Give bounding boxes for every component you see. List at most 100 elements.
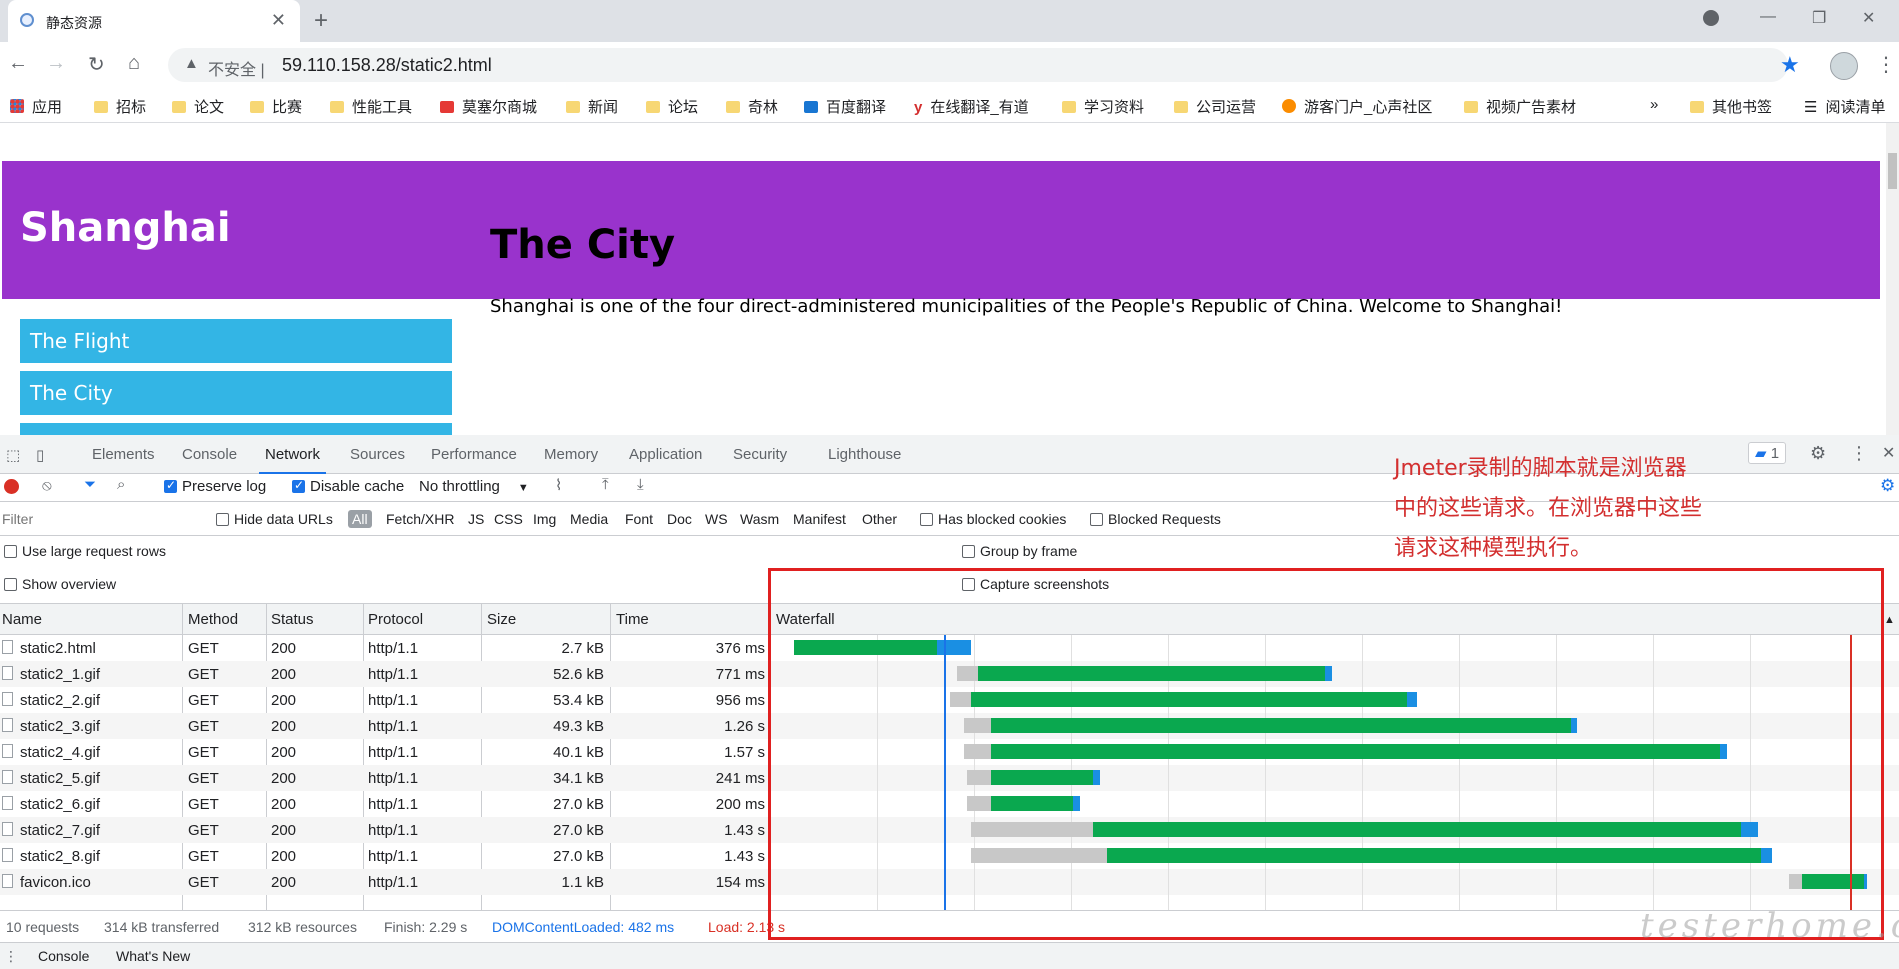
waterfall-download-bar[interactable]: [970, 692, 1407, 707]
disable-cache-checkbox[interactable]: Disable cache: [292, 478, 404, 495]
col-time[interactable]: Time: [616, 611, 649, 628]
drawer-menu-icon[interactable]: ⋮: [4, 948, 18, 965]
type-ws[interactable]: WS: [705, 511, 728, 527]
close-tab-icon[interactable]: ✕: [271, 10, 286, 31]
home-icon[interactable]: ⌂: [128, 52, 140, 75]
waterfall-download-bar[interactable]: [991, 770, 1094, 785]
bookmark-item[interactable]: 百度翻译: [804, 96, 886, 117]
bookmark-apps[interactable]: 应用: [10, 96, 62, 117]
show-overview-checkbox[interactable]: Show overview: [4, 576, 116, 592]
filter-icon[interactable]: ⏷: [84, 476, 96, 493]
nav-item-island[interactable]: The Island: [20, 423, 452, 435]
tab-lighthouse[interactable]: Lighthouse: [828, 446, 901, 463]
throttling-select[interactable]: No throttling ▼: [419, 478, 529, 495]
type-media[interactable]: Media: [570, 511, 608, 527]
bookmark-item[interactable]: 学习资料: [1062, 96, 1144, 117]
record-icon[interactable]: [4, 479, 19, 494]
tab-sources[interactable]: Sources: [350, 446, 405, 463]
bookmark-item[interactable]: 莫塞尔商城: [440, 96, 537, 117]
type-other[interactable]: Other: [862, 511, 897, 527]
col-name[interactable]: Name: [2, 611, 42, 628]
waterfall-download-bar[interactable]: [991, 718, 1571, 733]
waterfall-content-bar[interactable]: [936, 640, 971, 655]
bookmark-item[interactable]: 视频广告素材: [1464, 96, 1576, 117]
type-all[interactable]: All: [348, 510, 372, 528]
col-size[interactable]: Size: [487, 611, 516, 628]
waterfall-content-bar[interactable]: [1093, 770, 1101, 785]
sort-up-icon[interactable]: ▲: [1884, 614, 1895, 626]
waterfall-content-bar[interactable]: [1720, 744, 1728, 759]
large-rows-checkbox[interactable]: Use large request rows: [4, 543, 166, 559]
waterfall-queue-bar[interactable]: [970, 822, 1094, 837]
avatar[interactable]: [1830, 52, 1858, 80]
network-settings-gear-icon[interactable]: ⚙: [1880, 476, 1895, 496]
tab-performance[interactable]: Performance: [431, 446, 517, 463]
clear-icon[interactable]: ⦸: [42, 477, 52, 494]
type-doc[interactable]: Doc: [667, 511, 692, 527]
waterfall-content-bar[interactable]: [1325, 666, 1332, 681]
bookmark-item[interactable]: 游客门户_心声社区: [1282, 96, 1432, 117]
network-conditions-icon[interactable]: ⌇: [555, 476, 562, 494]
reload-icon[interactable]: ↻: [88, 52, 105, 77]
waterfall-content-bar[interactable]: [1740, 822, 1758, 837]
waterfall-download-bar[interactable]: [1107, 848, 1762, 863]
blocked-requests-checkbox[interactable]: Blocked Requests: [1090, 511, 1221, 527]
close-devtools-icon[interactable]: ✕: [1882, 443, 1895, 463]
waterfall-queue-bar[interactable]: [964, 744, 992, 759]
waterfall-content-bar[interactable]: [1863, 874, 1867, 889]
waterfall-queue-bar[interactable]: [970, 848, 1108, 863]
preserve-log-checkbox[interactable]: Preserve log: [164, 478, 266, 495]
inspect-element-icon[interactable]: ⬚: [6, 446, 20, 464]
tab-memory[interactable]: Memory: [544, 446, 598, 463]
waterfall-content-bar[interactable]: [1073, 796, 1080, 811]
bookmark-item[interactable]: 奇林: [726, 96, 778, 117]
filter-input[interactable]: [0, 507, 202, 531]
waterfall-download-bar[interactable]: [977, 666, 1326, 681]
page-scrollbar[interactable]: [1886, 123, 1899, 435]
tab-console[interactable]: Console: [182, 446, 237, 463]
bookmark-item[interactable]: 公司运营: [1174, 96, 1256, 117]
close-window-icon[interactable]: ✕: [1862, 8, 1875, 28]
address-bar[interactable]: ▲ 不安全 | 59.110.158.28/static2.html: [168, 48, 1788, 82]
browser-menu-icon[interactable]: ⋮: [1876, 52, 1896, 77]
waterfall-download-bar[interactable]: [1802, 874, 1864, 889]
import-har-icon[interactable]: ⤒: [602, 476, 609, 493]
forward-icon[interactable]: →: [46, 52, 66, 75]
devtools-menu-icon[interactable]: ⋮: [1850, 443, 1868, 464]
bookmark-item[interactable]: 论坛: [646, 96, 698, 117]
waterfall-content-bar[interactable]: [1761, 848, 1772, 863]
export-har-icon[interactable]: ⤓: [637, 476, 644, 493]
restore-icon[interactable]: ❐: [1812, 8, 1826, 28]
type-css[interactable]: CSS: [494, 511, 523, 527]
waterfall-content-bar[interactable]: [1406, 692, 1418, 707]
type-fetch-xhr[interactable]: Fetch/XHR: [386, 511, 454, 527]
col-method[interactable]: Method: [188, 611, 238, 628]
reading-list[interactable]: ☰ 阅读清单: [1804, 96, 1885, 117]
issues-badge[interactable]: ▰ 1: [1748, 442, 1787, 464]
back-icon[interactable]: ←: [8, 52, 28, 75]
device-toolbar-icon[interactable]: ▯: [36, 446, 44, 464]
waterfall-download-bar[interactable]: [991, 796, 1074, 811]
tab-elements[interactable]: Elements: [92, 446, 155, 463]
waterfall-content-bar[interactable]: [1570, 718, 1578, 733]
waterfall-download-bar[interactable]: [1093, 822, 1741, 837]
type-wasm[interactable]: Wasm: [740, 511, 779, 527]
nav-item-flight[interactable]: The Flight: [20, 319, 452, 363]
hide-data-urls-checkbox[interactable]: Hide data URLs: [216, 511, 333, 527]
new-tab-button[interactable]: +: [314, 7, 328, 35]
waterfall-queue-bar[interactable]: [967, 796, 992, 811]
has-blocked-cookies-checkbox[interactable]: Has blocked cookies: [920, 511, 1066, 527]
waterfall-queue-bar[interactable]: [967, 770, 992, 785]
waterfall-queue-bar[interactable]: [964, 718, 992, 733]
bookmark-item[interactable]: 新闻: [566, 96, 618, 117]
other-bookmarks[interactable]: 其他书签: [1690, 96, 1772, 117]
bookmark-item[interactable]: 比赛: [250, 96, 302, 117]
bookmarks-more-icon[interactable]: »: [1650, 96, 1658, 113]
waterfall-queue-bar[interactable]: [1788, 874, 1803, 889]
waterfall-download-bar[interactable]: [991, 744, 1721, 759]
col-status[interactable]: Status: [271, 611, 314, 628]
nav-item-city[interactable]: The City: [20, 371, 452, 415]
tab-security[interactable]: Security: [733, 446, 787, 463]
type-img[interactable]: Img: [533, 511, 556, 527]
tab-network[interactable]: Network: [258, 446, 327, 474]
